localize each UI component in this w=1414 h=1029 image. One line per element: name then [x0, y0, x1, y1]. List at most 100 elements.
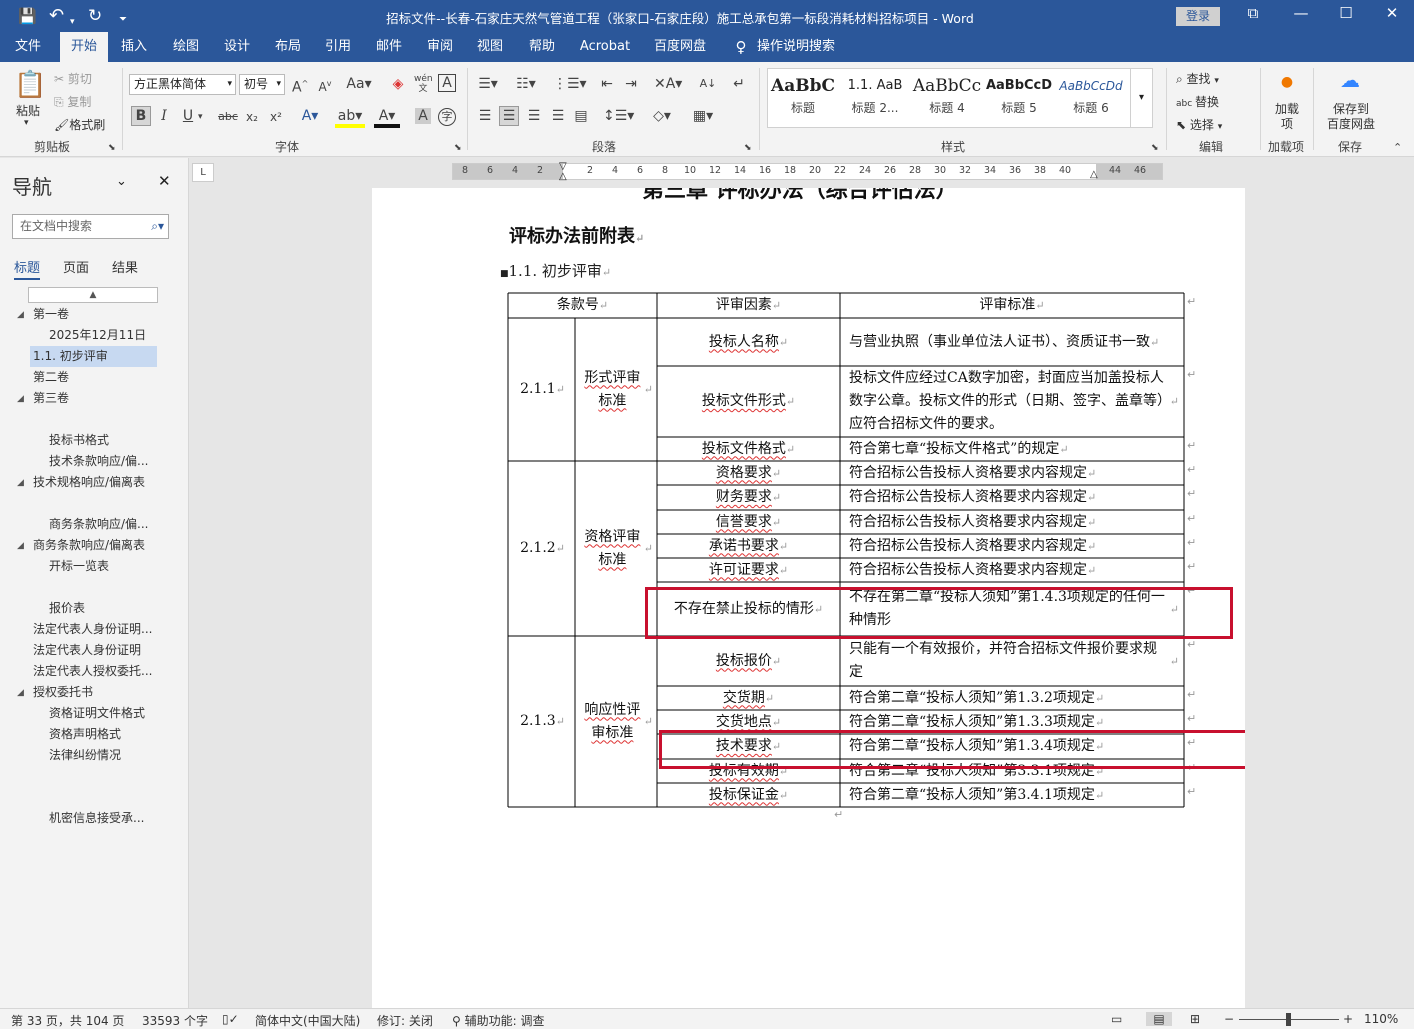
underline-dropdown-icon[interactable]: ▾ [198, 109, 203, 125]
select-button[interactable]: ⬉ 选择 ▾ [1176, 116, 1222, 133]
nav-tab-pages[interactable]: 页面 [63, 257, 89, 276]
dialog-launcher-icon[interactable]: ⬊ [454, 140, 462, 156]
undo-dropdown-icon[interactable]: ▾ [70, 12, 75, 32]
underline-icon[interactable]: U [181, 108, 195, 124]
zoom-out-icon[interactable]: − [1224, 1012, 1234, 1026]
highlight-color-icon[interactable]: ab▾ [335, 108, 365, 128]
expand-triangle-icon[interactable]: ◢ [17, 310, 24, 320]
addins-icon[interactable]: ● [1279, 74, 1295, 90]
table-standard-cell[interactable]: 符合第二章“投标人须知”第3.4.1项规定 ↵ [849, 783, 1179, 807]
cut-button[interactable]: ✂ 剪切 [54, 70, 92, 87]
decrease-indent-icon[interactable]: ⇤ [598, 76, 616, 92]
text-effects-icon[interactable]: A▾ [299, 108, 321, 124]
table-standard-cell[interactable]: 符合招标公告投标人资格要求内容规定 ↵ [849, 461, 1179, 485]
ribbon-display-options-icon[interactable]: ⧉ [1238, 4, 1268, 22]
table-standard-cell[interactable]: 符合招标公告投标人资格要求内容规定 ↵ [849, 558, 1179, 582]
table-factor-cell[interactable]: 交货期 ↵ [663, 686, 834, 710]
style-title[interactable]: AaBbC 标题 [768, 73, 838, 116]
table-standard-cell[interactable]: 符合招标公告投标人资格要求内容规定 ↵ [849, 485, 1179, 510]
nav-heading-item[interactable]: 第一卷 [33, 304, 69, 325]
copy-button[interactable]: ⎘ 复制 [54, 93, 91, 110]
paste-icon[interactable]: 📋 [14, 70, 46, 100]
nav-close-icon[interactable]: ✕ [158, 172, 171, 190]
tab-selector[interactable]: L [192, 163, 214, 182]
table-standard-cell[interactable]: 与营业执照（事业单位法人证书）、资质证书一致 ↵ [849, 318, 1179, 366]
nav-heading-item[interactable]: 资格证明文件格式 [49, 703, 145, 724]
nav-heading-item[interactable]: 商务条款响应/偏离表 [33, 535, 145, 556]
paste-dropdown-icon[interactable]: ▾ [24, 118, 29, 128]
style-heading-4[interactable]: AaBbCc 标题 4 [912, 73, 982, 116]
italic-icon[interactable]: I [157, 108, 171, 124]
nav-heading-item[interactable]: 商务条款响应/偏... [49, 514, 149, 535]
bold-icon[interactable]: B [131, 106, 151, 126]
minimize-icon[interactable]: — [1286, 4, 1316, 22]
read-mode-icon[interactable]: ▭ [1111, 1012, 1122, 1026]
character-border-icon[interactable]: A [438, 74, 456, 92]
show-marks-icon[interactable]: ↵ [731, 76, 747, 92]
grow-font-icon[interactable]: A^ [292, 76, 308, 96]
nav-heading-item[interactable]: 机密信息接受承... [49, 808, 144, 829]
table-factor-cell[interactable]: 投标文件形式 ↵ [663, 366, 834, 437]
tab-acrobat[interactable]: Acrobat [574, 32, 636, 62]
dialog-launcher-icon[interactable]: ⬊ [1151, 140, 1159, 156]
style-heading-5[interactable]: AaBbCcD 标题 5 [984, 73, 1054, 116]
addins-button[interactable]: 加载项 [1275, 102, 1299, 132]
table-category[interactable]: 形式评审标准 ↵ [581, 318, 653, 461]
save-to-baidu-button[interactable]: 保存到 百度网盘 [1325, 102, 1377, 132]
expand-triangle-icon[interactable]: ◢ [17, 541, 24, 551]
borders-icon[interactable]: ▦▾ [689, 108, 717, 124]
expand-triangle-icon[interactable]: ◢ [17, 688, 24, 698]
customize-quick-access-icon[interactable]: ⏷ [119, 10, 127, 30]
table-factor-cell[interactable]: 投标人名称 ↵ [663, 318, 834, 366]
strikethrough-icon[interactable]: abc [217, 109, 239, 125]
tab-mailings[interactable]: 邮件 [367, 32, 411, 62]
search-icon[interactable]: ⌕▾ [151, 215, 164, 238]
align-right-icon[interactable]: ☰ [525, 108, 543, 124]
nav-tab-headings[interactable]: 标题 [14, 257, 41, 280]
nav-heading-item[interactable]: 技术规格响应/偏离表 [33, 472, 145, 493]
tab-draw[interactable]: 绘图 [164, 32, 208, 62]
font-color-icon[interactable]: A▾ [374, 108, 400, 128]
zoom-slider-thumb[interactable] [1286, 1013, 1291, 1026]
align-left-icon[interactable]: ☰ [476, 108, 494, 124]
nav-heading-item[interactable]: 授权委托书 [33, 682, 93, 703]
tab-home[interactable]: 开始 [60, 32, 108, 62]
table-factor-cell[interactable]: 承诺书要求 ↵ [663, 534, 834, 558]
shrink-font-icon[interactable]: Av [317, 76, 333, 95]
style-heading-2[interactable]: 1.1. AaB 标题 2... [840, 73, 910, 116]
nav-options-icon[interactable]: ⌄ [116, 174, 127, 189]
zoom-level[interactable]: 110% [1364, 1012, 1398, 1026]
nav-heading-item[interactable]: 资格声明格式 [49, 724, 121, 745]
hanging-indent-marker[interactable]: △ [559, 171, 567, 182]
proofing-icon[interactable]: ▯✓ [222, 1012, 239, 1026]
nav-heading-item[interactable]: 法定代表人身份证明 [33, 640, 141, 661]
document-page[interactable]: 第三章 评标办法（综合评估法） 评标办法前附表↵ ■1.1. 初步评审↵ 条款号… [372, 188, 1245, 1008]
maximize-icon[interactable]: ☐ [1331, 4, 1361, 22]
table-header-standard[interactable]: 评审标准 ↵ [840, 293, 1184, 318]
nav-heading-item[interactable]: 第三卷 [33, 388, 69, 409]
table-standard-cell[interactable]: 符合招标公告投标人资格要求内容规定 ↵ [849, 534, 1179, 558]
nav-heading-item[interactable]: 投标书格式 [49, 430, 109, 451]
nav-heading-item[interactable]: 报价表 [49, 598, 85, 619]
save-icon[interactable]: 💾 [18, 6, 37, 26]
bullets-icon[interactable]: ☰▾ [476, 76, 500, 92]
styles-more-icon[interactable]: ▾ [1130, 69, 1152, 127]
nav-heading-item[interactable]: 法定代表人授权委托... [33, 661, 152, 682]
nav-heading-item[interactable]: 第二卷 [33, 367, 69, 388]
redo-icon[interactable]: ↻ [88, 6, 102, 26]
superscript-icon[interactable]: x² [268, 109, 284, 125]
tab-help[interactable]: 帮助 [519, 32, 565, 62]
tab-view[interactable]: 视图 [468, 32, 512, 62]
table-category[interactable]: 资格评审标准 ↵ [581, 461, 653, 636]
enclose-characters-icon[interactable]: 字 [438, 108, 456, 126]
replace-button[interactable]: abc 替换 [1176, 93, 1219, 110]
increase-indent-icon[interactable]: ⇥ [622, 76, 640, 92]
shading-icon[interactable]: ◇▾ [649, 108, 675, 124]
table-standard-cell[interactable]: 符合第七章“投标文件格式”的规定 ↵ [849, 437, 1179, 461]
justify-icon[interactable]: ☰ [549, 108, 567, 124]
word-count[interactable]: 33593 个字 [142, 1012, 208, 1029]
lightbulb-icon[interactable]: ♀ [732, 32, 750, 62]
table-standard-cell[interactable]: 符合第二章“投标人须知”第1.3.2项规定 ↵ [849, 686, 1179, 710]
format-painter-button[interactable]: 🖌格式刷 [54, 116, 105, 133]
nav-heading-item[interactable]: 法律纠纷情况 [49, 745, 121, 766]
